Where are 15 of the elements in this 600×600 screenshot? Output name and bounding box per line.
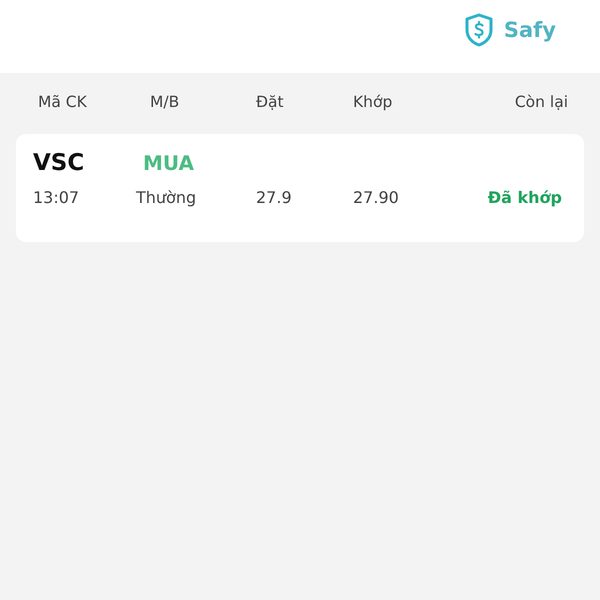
order-time: 13:07 — [33, 188, 80, 207]
order-status: Đã khớp — [488, 188, 562, 207]
matched-price: 27.90 — [353, 188, 400, 207]
column-header: M/B — [150, 93, 180, 113]
column-header: Khớp — [353, 93, 394, 113]
column-header: Đặt — [256, 93, 285, 113]
order-price: 27.9 — [256, 188, 293, 207]
order-side: MUA — [143, 151, 194, 175]
shield-dollar-icon — [464, 13, 494, 47]
column-header: Còn lại — [514, 93, 568, 113]
stock-symbol: VSC — [33, 150, 86, 176]
brand-name: Safy — [504, 18, 556, 42]
column-header: Mã CK — [38, 93, 88, 113]
order-card[interactable]: VSC MUA 13:07 Thường 27.9 27.90 Đã khớp — [16, 134, 584, 242]
order-type: Thường — [136, 188, 198, 207]
